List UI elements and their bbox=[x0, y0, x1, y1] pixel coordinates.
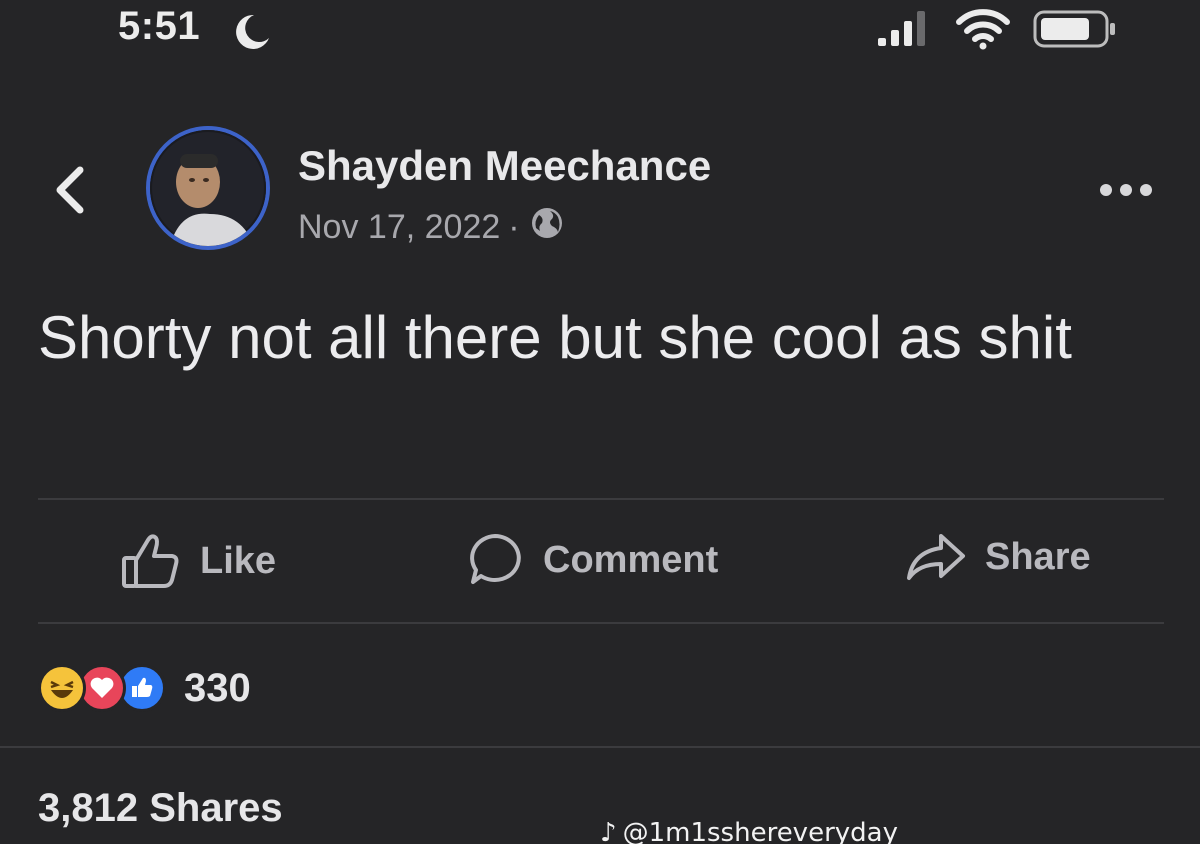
divider bbox=[0, 746, 1200, 748]
haha-reaction-icon bbox=[38, 664, 86, 712]
post-meta: Nov 17, 2022 · bbox=[298, 206, 564, 249]
like-label: Like bbox=[200, 539, 277, 582]
comment-label: Comment bbox=[543, 538, 719, 581]
screen: 5:51 Shayden Meechance Nov 17, 2022 · Sh… bbox=[0, 0, 1200, 844]
watermark-handle: @1m1sshereveryday bbox=[622, 818, 898, 844]
share-arrow-icon bbox=[907, 534, 965, 580]
share-button[interactable]: Share bbox=[905, 530, 1091, 584]
wifi-icon bbox=[955, 6, 1011, 55]
divider bbox=[38, 498, 1164, 500]
back-button[interactable] bbox=[50, 162, 90, 223]
comment-bubble-icon bbox=[470, 534, 521, 584]
battery-icon bbox=[1033, 10, 1119, 55]
share-label: Share bbox=[985, 535, 1091, 578]
cellular-signal-icon bbox=[878, 8, 938, 53]
tiktok-icon: ♪ bbox=[600, 818, 617, 844]
like-button[interactable]: Like bbox=[120, 530, 276, 592]
avatar[interactable] bbox=[146, 126, 270, 250]
reaction-count: 330 bbox=[184, 665, 251, 710]
divider bbox=[38, 622, 1164, 624]
moon-icon bbox=[232, 12, 272, 57]
thumbs-up-icon bbox=[122, 534, 179, 588]
meta-separator: · bbox=[508, 208, 520, 246]
post-text: Shorty not all there but she cool as shi… bbox=[38, 304, 1072, 371]
more-options-button[interactable] bbox=[1098, 180, 1154, 205]
shares-count[interactable]: 3,812 Shares bbox=[38, 786, 283, 831]
reactions-summary[interactable]: 330 bbox=[38, 664, 251, 712]
post-author[interactable]: Shayden Meechance bbox=[298, 142, 711, 190]
comment-button[interactable]: Comment bbox=[465, 530, 718, 590]
tiktok-watermark: ♪ @1m1sshereveryday bbox=[600, 818, 898, 844]
status-time: 5:51 bbox=[118, 4, 201, 48]
globe-icon bbox=[530, 206, 564, 249]
post-date[interactable]: Nov 17, 2022 bbox=[298, 208, 500, 247]
